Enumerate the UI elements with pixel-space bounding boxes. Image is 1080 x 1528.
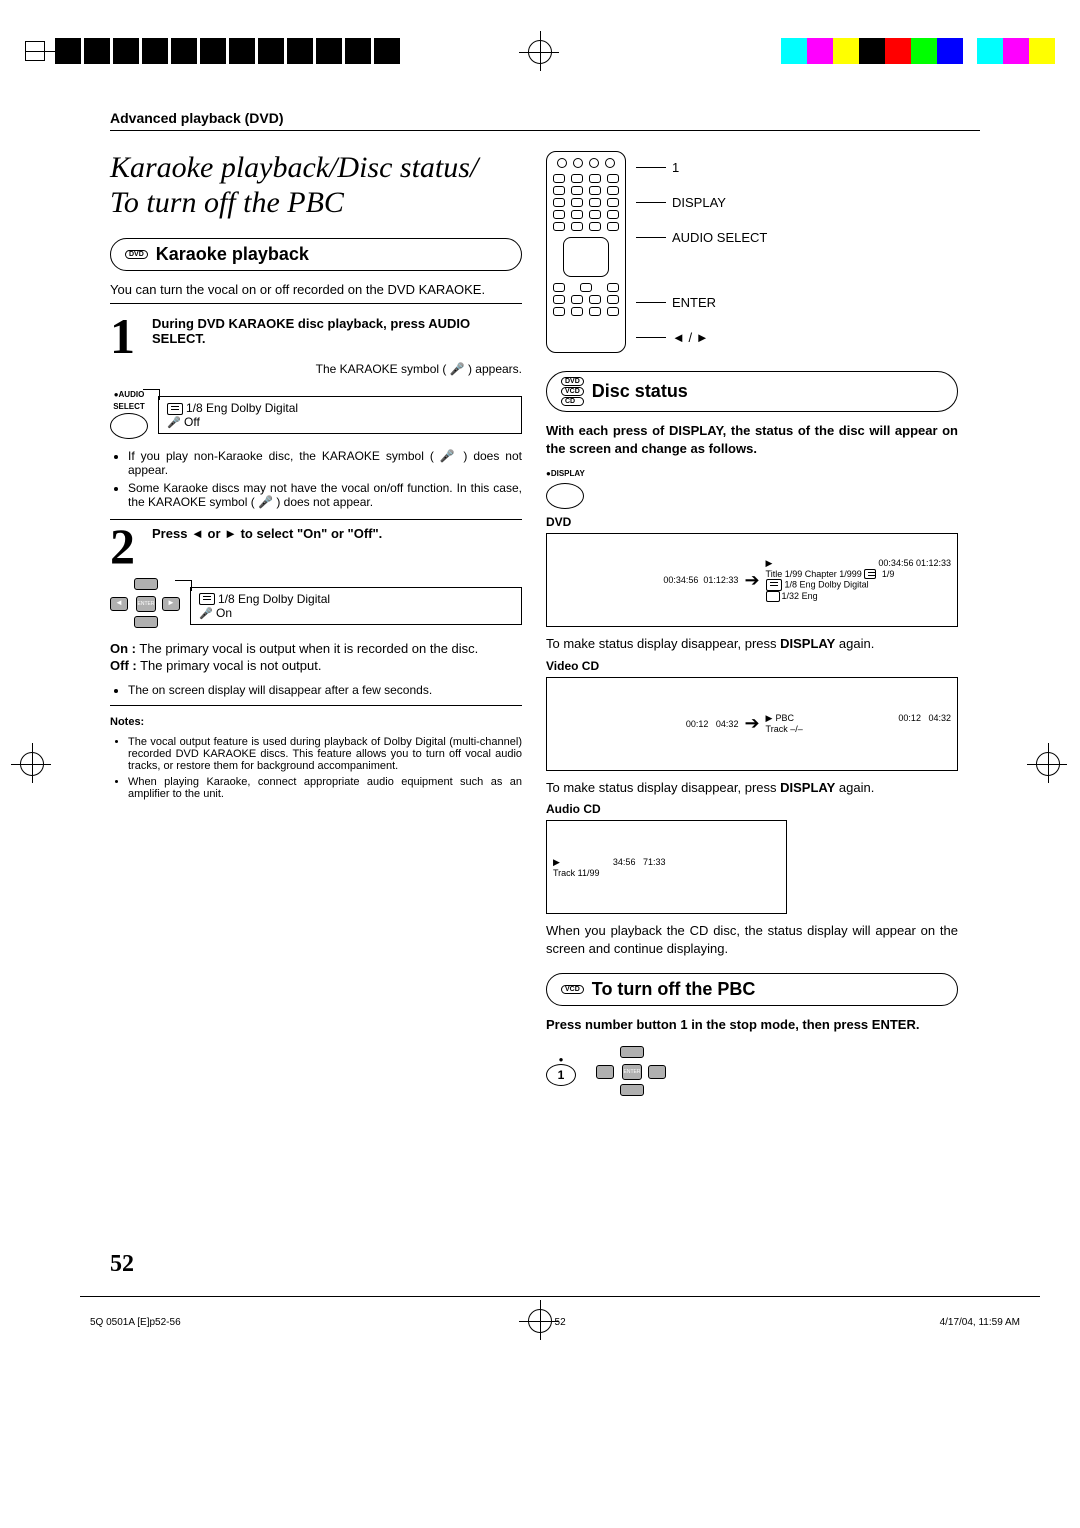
center-registration-bottom (528, 1309, 552, 1333)
remote-control-diagram (546, 151, 626, 353)
osd-display-1: 1/8 Eng Dolby Digital Off (158, 396, 522, 434)
step2-text: Press ◄ or ► to select "On" or "Off". (152, 526, 522, 566)
disc-status-section-bar: DVDVCDCD Disc status (546, 371, 958, 412)
step1-bullets: If you play non-Karaoke disc, the KARAOK… (110, 449, 522, 509)
arrow-right-icon: ➔ (744, 713, 759, 734)
nav-pad-icon: ENTER (110, 578, 180, 628)
display-button-icon (546, 483, 584, 509)
side-registration-right (1036, 752, 1060, 776)
audio-select-button-icon (110, 413, 148, 439)
remote-callouts: 1 DISPLAY AUDIO SELECT ENTER ◄ / ► (636, 160, 767, 345)
dvd-vcd-cd-badge-icon: DVDVCDCD (561, 377, 584, 406)
osd-display-2: 1/8 Eng Dolby Digital On (190, 587, 522, 625)
vcd-badge-icon: VCD (561, 985, 584, 994)
vcd-note: To make status display disappear, press … (546, 779, 958, 797)
registration-color (781, 38, 1055, 64)
crop-mark (25, 41, 45, 61)
dvd-note: To make status display disappear, press … (546, 635, 958, 653)
display-btn-label: DISPLAY (551, 469, 585, 478)
audio-icon (199, 593, 215, 605)
cut-line (80, 1296, 1040, 1298)
audio-select-btn-label2: SELECT (110, 402, 148, 411)
vcd-status-display: 00:12 04:32 ➔ PBC 00:12 04:32 Track –/– (546, 677, 958, 771)
page-title: Karaoke playback/Disc status/ To turn of… (110, 151, 522, 220)
karaoke-intro: You can turn the vocal on or off recorde… (110, 281, 522, 299)
dvd-subheader: DVD (546, 515, 958, 529)
page-number: 52 (110, 1251, 134, 1278)
dvd-badge-icon: DVD (125, 250, 148, 259)
karaoke-section-bar: DVD Karaoke playback (110, 238, 522, 271)
audio-icon (766, 579, 782, 591)
subtitle-icon (766, 591, 780, 602)
arrow-right-icon: ➔ (744, 570, 759, 591)
audio-icon (167, 403, 183, 415)
mic-icon (199, 606, 213, 620)
notes-header: Notes: (110, 716, 522, 728)
side-registration-left (20, 752, 44, 776)
audio-select-btn-label: AUDIO (119, 390, 145, 399)
dvd-status-display: 00:34:56 01:12:33 ➔ 00:34:56 01:12:33 Ti… (546, 533, 958, 627)
step-number-2: 2 (110, 526, 144, 566)
vcd-subheader: Video CD (546, 659, 958, 673)
step1-text: During DVD KARAOKE disc playback, press … (152, 316, 522, 356)
step1-subtext: The KARAOKE symbol ( 🎤 ) appears. (110, 362, 522, 376)
on-off-definitions: On : The primary vocal is output when it… (110, 640, 522, 675)
footer: 5Q 0501A [E]p52-56 52 4/17/04, 11:59 AM (90, 1317, 1020, 1328)
acd-subheader: Audio CD (546, 802, 958, 816)
pbc-section-bar: VCD To turn off the PBC (546, 973, 958, 1006)
notes-list: The vocal output feature is used during … (110, 736, 522, 800)
mic-icon (167, 415, 181, 429)
pbc-instruction: Press number button 1 in the stop mode, … (546, 1016, 958, 1034)
acd-status-display: 34:56 71:33 Track 11/99 (546, 820, 787, 914)
acd-note: When you playback the CD disc, the statu… (546, 922, 958, 957)
section-label: Advanced playback (DVD) (110, 110, 980, 131)
number-1-button-icon: 1 (546, 1064, 576, 1086)
nav-pad-enter-icon: ENTER (596, 1046, 666, 1096)
step-number-1: 1 (110, 316, 144, 356)
disc-status-intro: With each press of DISPLAY, the status o… (546, 422, 958, 457)
center-registration-icon (528, 40, 552, 64)
step2-after-bullet: The on screen display will disappear aft… (110, 683, 522, 697)
registration-black (55, 38, 400, 64)
